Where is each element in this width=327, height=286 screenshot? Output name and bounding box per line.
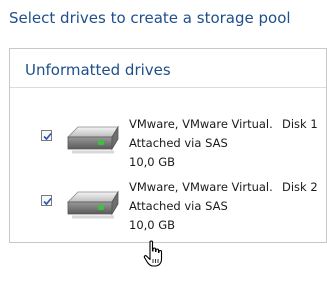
drive-row-disk-2[interactable]: VMware, VMware Virtual... Attached via S… <box>10 180 326 240</box>
drive-checkbox[interactable] <box>41 195 52 206</box>
drive-disk-number: Disk 2 <box>282 180 318 194</box>
drive-bus: Attached via SAS <box>129 199 228 213</box>
drive-row-disk-1[interactable]: VMware, VMware Virtual... Attached via S… <box>10 117 326 177</box>
panel-header: Unformatted drives <box>10 49 326 88</box>
hard-drive-icon <box>62 188 120 226</box>
panel-title: Unformatted drives <box>25 61 171 79</box>
unformatted-drives-panel: Unformatted drives VMware, VMware Virtua… <box>9 48 327 243</box>
drive-disk-number: Disk 1 <box>282 117 318 131</box>
drive-size: 10,0 GB <box>129 155 176 169</box>
drive-name: VMware, VMware Virtual... <box>129 117 274 131</box>
drive-bus: Attached via SAS <box>129 136 228 150</box>
drive-checkbox[interactable] <box>41 130 52 141</box>
drive-size: 10,0 GB <box>129 218 176 232</box>
drive-name: VMware, VMware Virtual... <box>129 180 274 194</box>
hand-pointer-icon <box>143 240 165 272</box>
hard-drive-icon <box>62 123 120 161</box>
page-title: Select drives to create a storage pool <box>9 9 291 27</box>
